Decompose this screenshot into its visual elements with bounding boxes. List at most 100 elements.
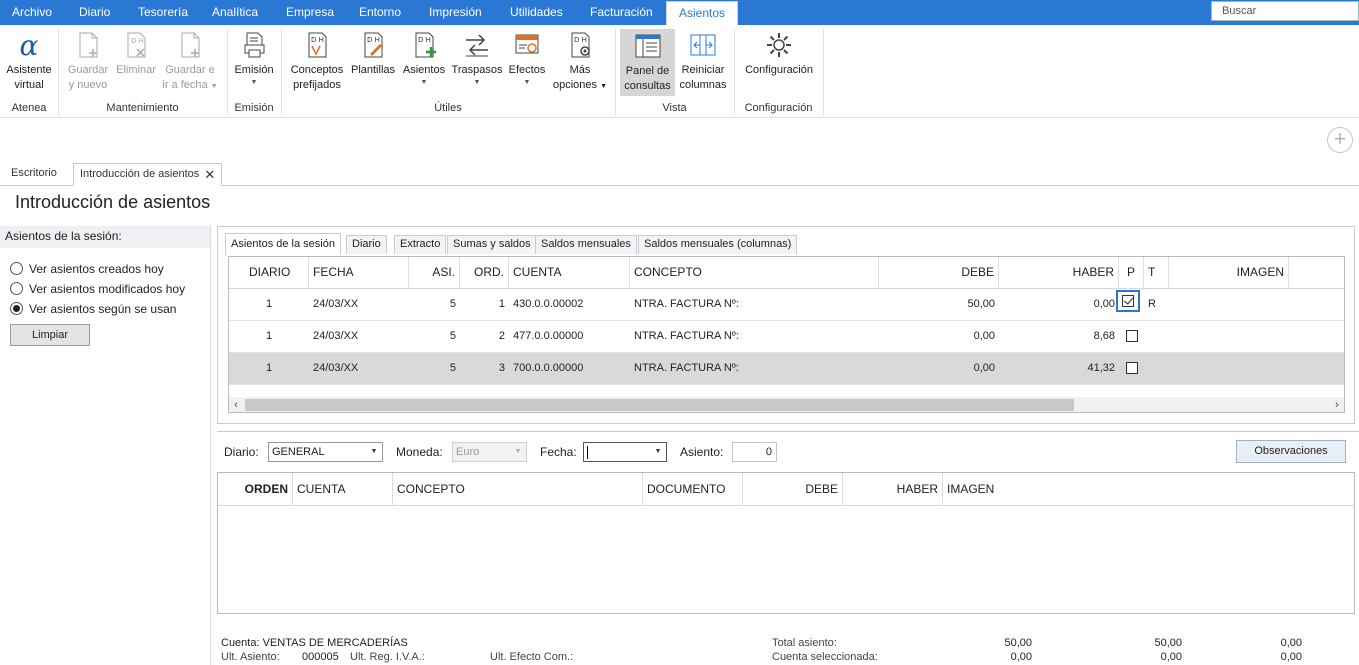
scroll-left-icon[interactable]: ‹: [229, 397, 243, 412]
emision-button[interactable]: Emisión ▼: [231, 30, 277, 87]
radio-icon[interactable]: [10, 282, 23, 296]
menu-archivo[interactable]: Archivo: [12, 0, 52, 25]
sel-debe: 0,00: [1010, 651, 1032, 663]
cell-t: R: [1148, 298, 1156, 310]
col-fecha[interactable]: FECHA: [309, 257, 409, 288]
asientos-button[interactable]: D H Asientos ▼: [400, 30, 448, 87]
col-debe[interactable]: DEBE: [879, 257, 999, 288]
focus-cell[interactable]: [1116, 290, 1140, 312]
svg-text:D H: D H: [131, 37, 144, 45]
col-t[interactable]: T: [1144, 257, 1169, 288]
col-concepto[interactable]: CONCEPTO: [393, 473, 643, 505]
fecha-input[interactable]: ▼: [583, 442, 667, 462]
svg-text:D H: D H: [418, 36, 431, 44]
mas-opciones-button[interactable]: D H Más opciones ▼: [549, 30, 611, 94]
page-title: Introducción de asientos: [15, 192, 211, 212]
observaciones-button[interactable]: Observaciones: [1236, 440, 1346, 463]
radio-checked-icon[interactable]: [10, 302, 23, 316]
radio-creados-hoy[interactable]: Ver asientos creados hoy: [10, 262, 164, 278]
chevron-down-icon[interactable]: ▼: [366, 443, 382, 461]
table-row-selected[interactable]: 1 24/03/XX 5 3 700.0.0.00000 NTRA. FACTU…: [229, 353, 1344, 385]
cell-t: [1144, 321, 1169, 352]
add-tab-icon[interactable]: +: [1327, 127, 1353, 153]
col-cuenta[interactable]: CUENTA: [509, 257, 630, 288]
ribbon: α Asistente virtual Guardar y nuevo D H …: [0, 25, 1359, 118]
col-haber[interactable]: HABER: [999, 257, 1119, 288]
col-imagen[interactable]: IMAGEN: [943, 473, 1354, 505]
subtab-saldos-mensuales[interactable]: Saldos mensuales: [535, 235, 637, 254]
conceptos-prefijados-button[interactable]: D H Conceptos prefijados: [287, 30, 347, 93]
subtab-extracto[interactable]: Extracto: [394, 235, 447, 254]
svg-text:D H: D H: [311, 36, 324, 44]
menu-utilidades[interactable]: Utilidades: [510, 0, 563, 25]
diario-label: Diario:: [224, 445, 259, 459]
asistente-virtual-button[interactable]: α Asistente virtual: [3, 30, 55, 93]
checkbox[interactable]: [1125, 362, 1138, 375]
configuracion-button[interactable]: Configuración: [739, 30, 819, 78]
menu-analitica[interactable]: Analítica: [212, 0, 258, 25]
cell-fecha: 24/03/XX: [313, 330, 359, 342]
col-diario[interactable]: DIARIO: [229, 257, 309, 288]
panel-consultas-button[interactable]: Panel de consultas: [620, 29, 675, 96]
col-asi[interactable]: ASI.: [409, 257, 460, 288]
horizontal-scrollbar[interactable]: ‹ ›: [229, 397, 1344, 412]
col-ord[interactable]: ORD.: [460, 257, 509, 288]
scroll-thumb[interactable]: [245, 399, 1074, 411]
svg-text:D H: D H: [367, 36, 380, 44]
grid-header: ORDEN CUENTA CONCEPTO DOCUMENTO DEBE HAB…: [218, 473, 1354, 506]
radio-modificados-hoy[interactable]: Ver asientos modificados hoy: [10, 282, 185, 298]
cell-debe: 0,00: [973, 330, 995, 342]
col-haber[interactable]: HABER: [843, 473, 943, 505]
guardar-ir-a-fecha-button[interactable]: Guardar e ir a fecha ▼: [160, 30, 220, 94]
traspasos-button[interactable]: Traspasos ▼: [450, 30, 504, 87]
scroll-right-icon[interactable]: ›: [1330, 397, 1344, 412]
col-debe[interactable]: DEBE: [743, 473, 843, 505]
col-p[interactable]: P: [1119, 257, 1144, 288]
asiento-input[interactable]: 0: [732, 442, 777, 462]
col-imagen[interactable]: IMAGEN: [1169, 257, 1289, 288]
checkbox[interactable]: [1125, 330, 1138, 343]
col-concepto[interactable]: CONCEPTO: [630, 257, 879, 288]
radio-segun-se-usan[interactable]: Ver asientos según se usan: [10, 302, 176, 318]
guardar-y-nuevo-button[interactable]: Guardar y nuevo: [63, 30, 113, 93]
menu-empresa[interactable]: Empresa: [286, 0, 334, 25]
diario-select[interactable]: GENERAL ▼: [268, 442, 383, 462]
table-row[interactable]: 1 24/03/XX 5 1 430.0.0.00002 NTRA. FACTU…: [229, 289, 1344, 321]
subtab-sumas-saldos[interactable]: Sumas y saldos: [447, 235, 537, 254]
tab-introduccion-asientos[interactable]: Introducción de asientos ✕: [73, 163, 223, 186]
total-saldo: 0,00: [1280, 637, 1302, 649]
panel-separator: [210, 225, 211, 665]
menu-diario[interactable]: Diario: [79, 0, 110, 25]
cell-ord: 3: [498, 362, 505, 374]
ult-reg-iva-label: Ult. Reg. I.V.A.:: [350, 651, 425, 663]
subtab-diario[interactable]: Diario: [346, 235, 387, 254]
limpiar-button[interactable]: Limpiar: [10, 324, 90, 346]
moneda-select[interactable]: Euro ▼: [452, 442, 527, 462]
cell-debe: 0,00: [973, 362, 995, 374]
chevron-down-icon[interactable]: ▼: [650, 443, 666, 461]
efectos-button[interactable]: Efectos ▼: [505, 30, 549, 87]
eliminar-button[interactable]: D H Eliminar: [113, 30, 159, 78]
menu-entorno[interactable]: Entorno: [359, 0, 401, 25]
plantillas-button[interactable]: D H Plantillas: [348, 30, 398, 78]
col-cuenta[interactable]: CUENTA: [293, 473, 393, 505]
reset-columns-icon: [690, 34, 716, 56]
menu-asientos[interactable]: Asientos: [666, 1, 739, 26]
menu-tesoreria[interactable]: Tesorería: [138, 0, 188, 25]
subtab-saldos-mensuales-columnas[interactable]: Saldos mensuales (columnas): [638, 235, 798, 254]
radio-icon[interactable]: [10, 262, 23, 276]
table-row[interactable]: 1 24/03/XX 5 2 477.0.0.00000 NTRA. FACTU…: [229, 321, 1344, 353]
close-icon[interactable]: ✕: [204, 164, 215, 185]
total-haber: 50,00: [1154, 637, 1182, 649]
subtab-asientos-sesion[interactable]: Asientos de la sesión: [225, 233, 341, 255]
menu-impresion[interactable]: Impresión: [429, 0, 482, 25]
reiniciar-columnas-button[interactable]: Reiniciar columnas: [677, 30, 729, 93]
total-debe: 50,00: [1004, 637, 1032, 649]
checkbox-checked[interactable]: [1122, 295, 1134, 307]
col-documento[interactable]: DOCUMENTO: [643, 473, 743, 505]
tab-escritorio[interactable]: Escritorio: [5, 163, 63, 186]
search-input[interactable]: Buscar: [1211, 1, 1359, 21]
menu-facturacion[interactable]: Facturación: [590, 0, 653, 25]
cell-fecha: 24/03/XX: [313, 362, 359, 374]
col-orden[interactable]: ORDEN: [218, 473, 293, 505]
